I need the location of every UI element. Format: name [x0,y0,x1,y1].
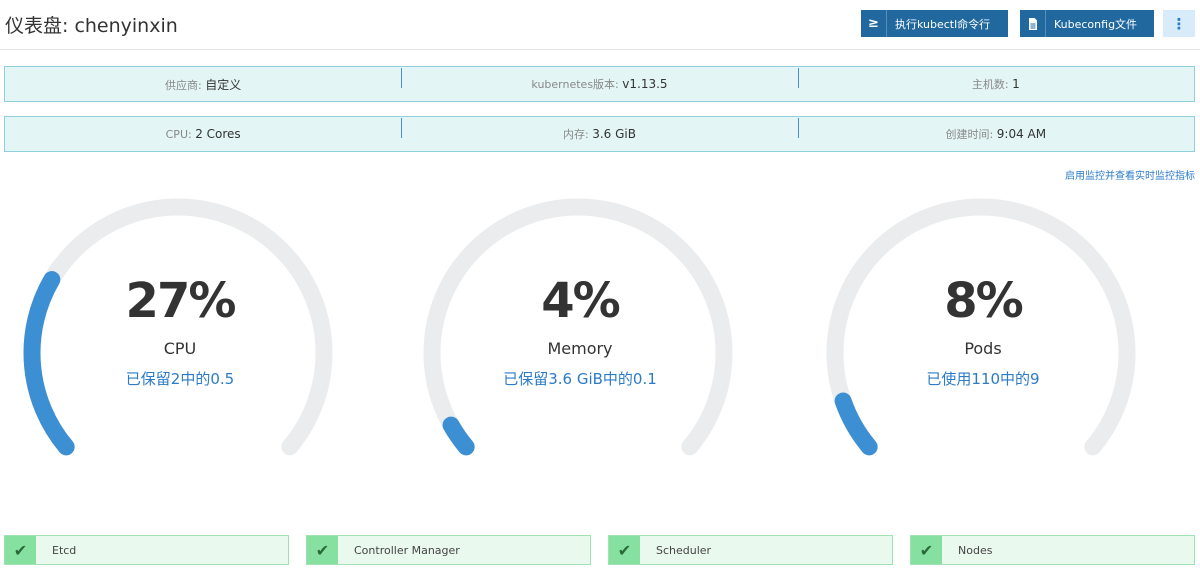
kubectl-shell-label: 执行kubectl命令行 [895,17,991,31]
info-cpu: CPU: 2 Cores [5,127,401,141]
info-created-key: 创建时间: [945,128,994,141]
cpu-gauge: 27% CPU 已保留2中的0.5 [15,195,345,475]
check-icon: ✔ [609,536,640,564]
component-status-scheduler: ✔ Scheduler [608,535,893,565]
memory-gauge: 4% Memory 已保留3.6 GiB中的0.1 [415,195,745,475]
cluster-info-row-2: CPU: 2 Cores 内存: 3.6 GiB 创建时间: 9:04 AM [4,116,1195,152]
gauge-fill [442,416,475,456]
cpu-gauge-arc [23,198,333,456]
info-host-count: 主机数: 1 [797,68,1194,92]
info-memory: 内存: 3.6 GiB [401,118,797,142]
component-status-controller-manager: ✔ Controller Manager [306,535,591,565]
kubeconfig-file-button[interactable]: Kubeconfig文件 [1020,10,1154,37]
info-cpu-value: 2 Cores [195,127,241,141]
component-status-label: Scheduler [656,543,712,557]
info-provider-value: 自定义 [205,77,242,92]
check-icon: ✔ [5,536,36,564]
info-created: 创建时间: 9:04 AM [797,118,1194,142]
gauge-fill [834,392,878,456]
cpu-gauge-percent: 27% [125,273,237,329]
info-memory-key: 内存: [563,128,589,141]
cpu-gauge-label: CPU [163,339,197,358]
memory-gauge-percent: 4% [541,273,621,329]
info-memory-value: 3.6 GiB [592,127,636,141]
pods-gauge-detail: 已使用110中的9 [926,370,1040,388]
pods-gauge-label: Pods [964,339,1002,358]
check-icon: ✔ [307,536,338,564]
info-k8s-version-value: v1.13.5 [622,77,668,91]
info-provider: 供应商: 自定义 [5,76,401,93]
kubectl-shell-button[interactable]: ≥ 执行kubectl命令行 [861,10,1008,37]
pods-gauge-percent: 8% [944,273,1024,329]
info-host-count-key: 主机数: [971,78,1009,91]
terminal-icon: ≥ [861,10,887,37]
info-host-count-value: 1 [1012,77,1020,91]
component-status-nodes: ✔ Nodes [910,535,1195,565]
info-created-value: 9:04 AM [996,127,1047,141]
info-k8s-version-key: kubernetes版本: [531,78,619,91]
component-status-label: Nodes [958,543,993,557]
memory-gauge-detail: 已保留3.6 GiB中的0.1 [503,370,657,388]
enable-monitoring-link[interactable]: 启用监控并查看实时监控指标 [1065,167,1195,182]
page-header: 仪表盘: chenyinxin ≥ 执行kubectl命令行 Kubeconfi… [0,0,1200,50]
memory-gauge-label: Memory [547,339,613,358]
check-icon: ✔ [911,536,942,564]
pods-gauge-arc [826,198,1136,456]
component-status-etcd: ✔ Etcd [4,535,289,565]
memory-gauge-arc [423,198,733,456]
component-status-label: Etcd [52,543,77,557]
cpu-gauge-detail: 已保留2中的0.5 [125,370,235,388]
cluster-info-row-1: 供应商: 自定义 kubernetes版本: v1.13.5 主机数: 1 [4,66,1195,102]
more-vertical-icon: ⋮ [1171,14,1187,33]
info-k8s-version: kubernetes版本: v1.13.5 [401,68,797,92]
more-actions-button[interactable]: ⋮ [1163,10,1195,37]
component-status-label: Controller Manager [354,543,460,557]
kubeconfig-file-label: Kubeconfig文件 [1054,17,1138,31]
info-cpu-key: CPU: [165,128,192,141]
pods-gauge: 8% Pods 已使用110中的9 [818,195,1148,475]
info-provider-key: 供应商: [165,78,202,92]
file-icon [1020,10,1046,37]
page-title: 仪表盘: chenyinxin [5,15,178,37]
